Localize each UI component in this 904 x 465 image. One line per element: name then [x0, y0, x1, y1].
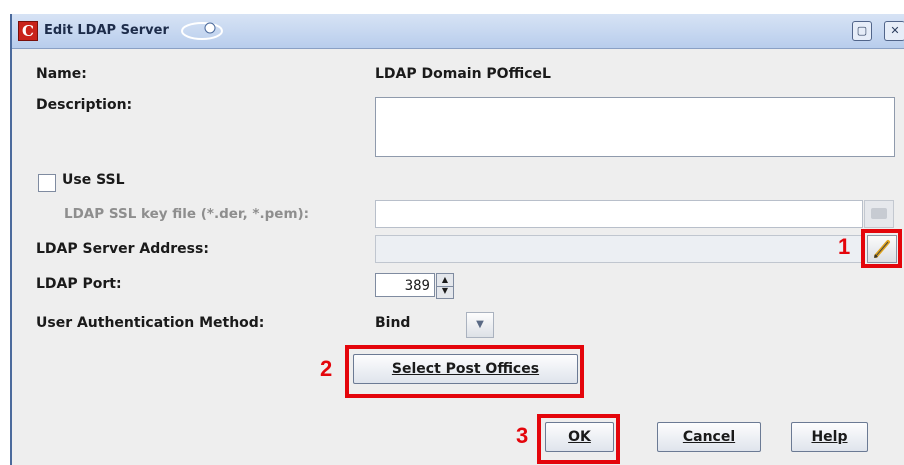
ssl-key-file-label: LDAP SSL key file (*.der, *.pem):	[64, 206, 310, 222]
app-logo-icon: C	[18, 21, 38, 41]
auth-method-label: User Authentication Method:	[36, 315, 265, 331]
auth-method-value[interactable]: Bind	[375, 315, 410, 331]
annotation-marker-3: 3	[516, 423, 529, 448]
annotation-marker-2: 2	[320, 356, 333, 381]
name-value: LDAP Domain POfficeL	[375, 66, 551, 82]
ssl-key-file-field[interactable]	[375, 200, 863, 228]
select-post-offices-button[interactable]: Select Post Offices	[353, 354, 578, 384]
server-address-field[interactable]	[375, 235, 865, 263]
title-bar[interactable]: C Edit LDAP Server ▢ ✕	[12, 14, 904, 49]
highlight-box-1	[861, 229, 902, 268]
browse-button[interactable]	[864, 200, 894, 228]
port-label: LDAP Port:	[36, 276, 122, 292]
server-address-label: LDAP Server Address:	[36, 241, 209, 257]
chevron-down-icon: ▼	[476, 319, 484, 330]
port-input[interactable]: 389	[375, 273, 435, 297]
swirl-icon	[181, 22, 223, 40]
edit-ldap-server-dialog: C Edit LDAP Server ▢ ✕ Name: LDAP Domain…	[10, 14, 904, 465]
auth-method-dropdown[interactable]: ▼	[466, 312, 494, 338]
name-label: Name:	[36, 66, 87, 82]
maximize-button[interactable]: ▢	[852, 21, 872, 41]
annotation-marker-1: 1	[838, 234, 851, 259]
window-title: Edit LDAP Server	[44, 23, 169, 38]
close-button[interactable]: ✕	[884, 21, 904, 41]
use-ssl-label: Use SSL	[62, 172, 125, 188]
help-button[interactable]: Help	[791, 422, 868, 452]
description-field[interactable]	[375, 97, 895, 157]
description-label: Description:	[36, 97, 133, 113]
use-ssl-checkbox[interactable]	[38, 174, 56, 192]
port-spinner[interactable]: ▲ ▼	[436, 273, 454, 299]
ok-button[interactable]: OK	[545, 422, 614, 452]
folder-icon	[871, 208, 887, 219]
spin-down-icon[interactable]: ▼	[437, 285, 453, 297]
cancel-button[interactable]: Cancel	[657, 422, 761, 452]
